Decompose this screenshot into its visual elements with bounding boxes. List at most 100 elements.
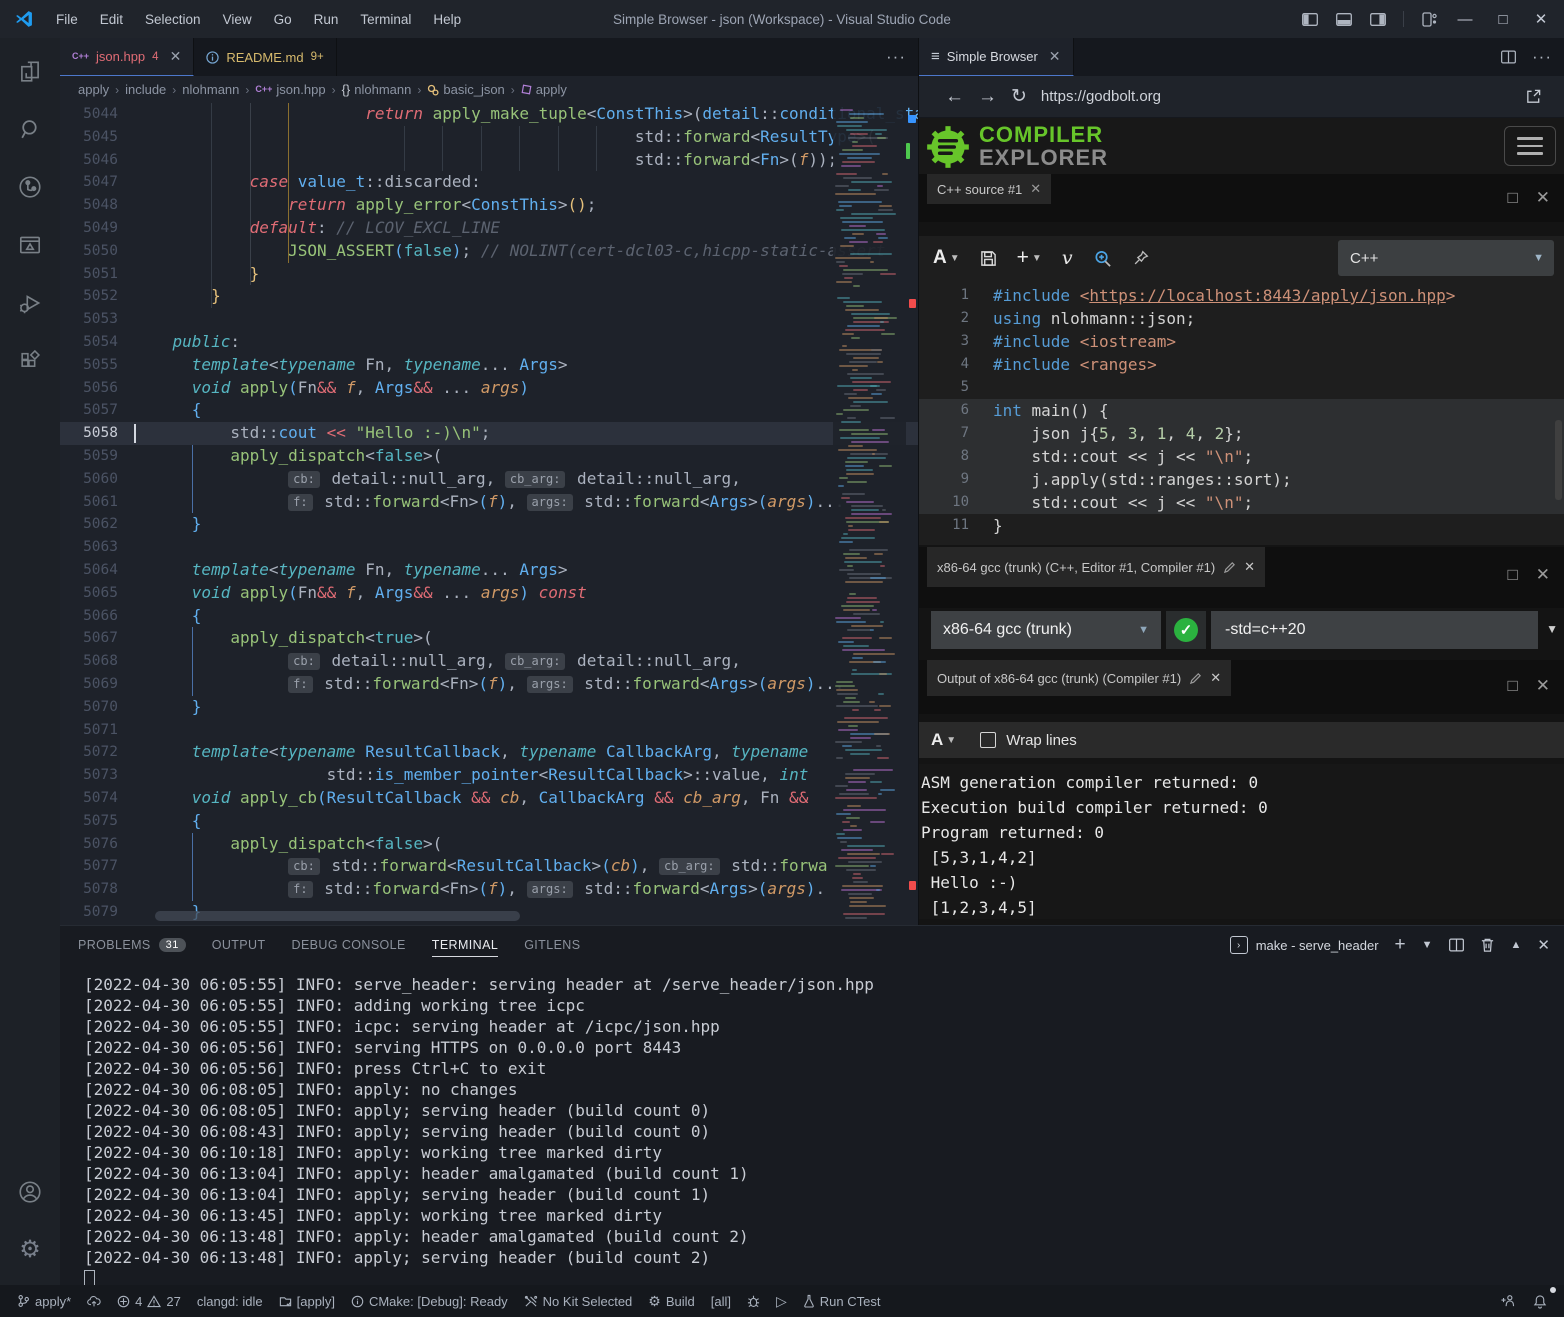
tab-close-icon[interactable]: ✕: [1244, 559, 1255, 575]
customize-layout-icon[interactable]: [1414, 6, 1444, 32]
maximize-pane-icon[interactable]: □: [1507, 188, 1517, 208]
maximize-pane-icon[interactable]: □: [1507, 676, 1517, 696]
feedback-icon[interactable]: [1493, 1289, 1522, 1313]
close-pane-icon[interactable]: ✕: [1536, 188, 1550, 208]
panel-tab-terminal[interactable]: TERMINAL: [432, 934, 498, 957]
toggle-secondary-sidebar-icon[interactable]: [1363, 6, 1393, 32]
tab-simple-browser[interactable]: ≡ Simple Browser ✕: [919, 38, 1074, 76]
kit-item[interactable]: No Kit Selected: [517, 1289, 640, 1313]
wrap-lines-checkbox[interactable]: [980, 732, 996, 748]
zoom-search-icon[interactable]: [1093, 249, 1112, 268]
url-input[interactable]: https://godbolt.org: [1041, 88, 1161, 105]
breadcrumb-item[interactable]: include: [125, 82, 166, 97]
vim-mode-icon[interactable]: v: [1062, 247, 1073, 269]
compiler-select[interactable]: x86-64 gcc (trunk)▼: [931, 611, 1161, 649]
launch-icon[interactable]: ▷: [769, 1289, 794, 1313]
panel-tab-problems[interactable]: PROBLEMS31: [78, 934, 186, 956]
settings-gear-icon[interactable]: ⚙: [6, 1225, 54, 1275]
ce-output-tab[interactable]: Output of x86-64 gcc (trunk) (Compiler #…: [927, 660, 1231, 696]
language-select[interactable]: C++▼: [1338, 240, 1554, 276]
split-editor-icon[interactable]: [1501, 50, 1516, 64]
menu-terminal[interactable]: Terminal: [350, 9, 421, 30]
menu-file[interactable]: File: [46, 9, 88, 30]
horizontal-scrollbar[interactable]: [155, 911, 520, 921]
tab-close-icon[interactable]: ✕: [1210, 670, 1221, 686]
menu-run[interactable]: Run: [304, 9, 349, 30]
tab-close-icon[interactable]: ✕: [1030, 181, 1041, 197]
panel-tab-debug-console[interactable]: DEBUG CONSOLE: [292, 934, 406, 956]
terminal-session[interactable]: › make - serve_header: [1230, 936, 1379, 954]
search-icon[interactable]: [6, 104, 54, 154]
run-debug-icon[interactable]: [6, 278, 54, 328]
menu-selection[interactable]: Selection: [135, 9, 211, 30]
close-button[interactable]: ✕: [1524, 4, 1558, 34]
toggle-sidebar-icon[interactable]: [1295, 6, 1325, 32]
close-pane-icon[interactable]: ✕: [1536, 565, 1550, 585]
ce-source-editor[interactable]: 1#include <https://localhost:8443/apply/…: [919, 280, 1564, 545]
source-control-icon[interactable]: [6, 162, 54, 212]
panel-tab-output[interactable]: OUTPUT: [212, 934, 266, 956]
minimap[interactable]: [833, 103, 906, 925]
git-branch-item[interactable]: apply*: [10, 1289, 78, 1313]
build-target-item[interactable]: [all]: [704, 1289, 738, 1313]
explorer-icon[interactable]: [6, 46, 54, 96]
compiler-explorer-logo-icon[interactable]: [923, 122, 973, 172]
cmake-project-item[interactable]: [apply]: [272, 1289, 342, 1313]
font-size-icon[interactable]: A▼: [931, 730, 956, 750]
reload-icon[interactable]: ↻: [1011, 87, 1027, 106]
maximize-button[interactable]: □: [1486, 4, 1520, 34]
maximize-pane-icon[interactable]: □: [1507, 565, 1517, 585]
hamburger-menu-icon[interactable]: [1504, 126, 1556, 166]
maximize-panel-icon[interactable]: ▲: [1511, 939, 1522, 951]
ce-source-tab[interactable]: C++ source #1 ✕: [927, 174, 1051, 204]
panel-tab-gitlens[interactable]: GITLENS: [524, 934, 580, 956]
run-ctest-button[interactable]: Run CTest: [796, 1289, 888, 1313]
edit-title-icon[interactable]: [1223, 561, 1236, 574]
ce-compiler-tab[interactable]: x86-64 gcc (trunk) (C++, Editor #1, Comp…: [927, 547, 1265, 587]
menu-help[interactable]: Help: [423, 9, 471, 30]
terminal-output[interactable]: [2022-04-30 06:05:55] INFO: serve_header…: [60, 966, 1564, 1285]
menu-view[interactable]: View: [213, 9, 262, 30]
forward-icon[interactable]: →: [978, 87, 997, 106]
notifications-bell-icon[interactable]: [1526, 1289, 1554, 1313]
tab-close-icon[interactable]: ✕: [170, 48, 182, 65]
breadcrumb-item[interactable]: C++json.hpp: [255, 82, 325, 97]
compiler-options-input[interactable]: -std=c++20: [1211, 611, 1538, 649]
breadcrumb-item[interactable]: apply: [521, 82, 567, 97]
clangd-status-item[interactable]: clangd: idle: [190, 1289, 270, 1313]
options-dropdown-icon[interactable]: ▼: [1546, 622, 1558, 636]
cmake-status-item[interactable]: CMake: [Debug]: Ready: [344, 1289, 515, 1313]
pin-icon[interactable]: [1132, 249, 1150, 267]
cmake-panel-icon[interactable]: [6, 220, 54, 270]
close-panel-icon[interactable]: ✕: [1537, 936, 1550, 954]
toggle-panel-icon[interactable]: [1329, 6, 1359, 32]
code-editor[interactable]: 5044return apply_make_tuple<ConstThis>(d…: [60, 103, 918, 925]
breadcrumb-item[interactable]: apply: [78, 82, 109, 97]
editor-more-actions[interactable]: ···: [886, 38, 918, 76]
split-terminal-icon[interactable]: [1449, 938, 1464, 952]
sync-changes-item[interactable]: [80, 1289, 108, 1313]
edit-title-icon[interactable]: [1189, 672, 1202, 685]
more-actions-icon[interactable]: ···: [1532, 47, 1552, 67]
extensions-icon[interactable]: [6, 336, 54, 386]
menu-go[interactable]: Go: [264, 9, 302, 30]
kill-terminal-icon[interactable]: [1480, 937, 1495, 953]
minimize-button[interactable]: —: [1448, 4, 1482, 34]
terminal-dropdown-icon[interactable]: ▼: [1422, 939, 1433, 951]
tab-json-hpp[interactable]: C++ json.hpp 4 ✕: [60, 38, 194, 76]
ce-editor-scrollbar[interactable]: [1555, 420, 1562, 500]
menu-edit[interactable]: Edit: [90, 9, 133, 30]
build-button[interactable]: ⚙ Build: [641, 1289, 701, 1313]
tab-close-icon[interactable]: ✕: [1049, 48, 1061, 65]
debug-icon[interactable]: [740, 1289, 767, 1313]
problems-item[interactable]: 4 27: [110, 1289, 188, 1313]
ce-program-output[interactable]: ASM generation compiler returned: 0Execu…: [919, 764, 1564, 919]
font-size-icon[interactable]: A▼: [933, 247, 960, 269]
back-icon[interactable]: ←: [945, 87, 964, 106]
tab-readme-md[interactable]: README.md 9+: [194, 38, 336, 76]
breadcrumb-item[interactable]: basic_json: [427, 82, 504, 97]
save-icon[interactable]: [980, 250, 997, 267]
breadcrumb-item[interactable]: nlohmann: [182, 82, 239, 97]
breadcrumb-item[interactable]: {}nlohmann: [342, 82, 412, 97]
account-icon[interactable]: [6, 1167, 54, 1217]
